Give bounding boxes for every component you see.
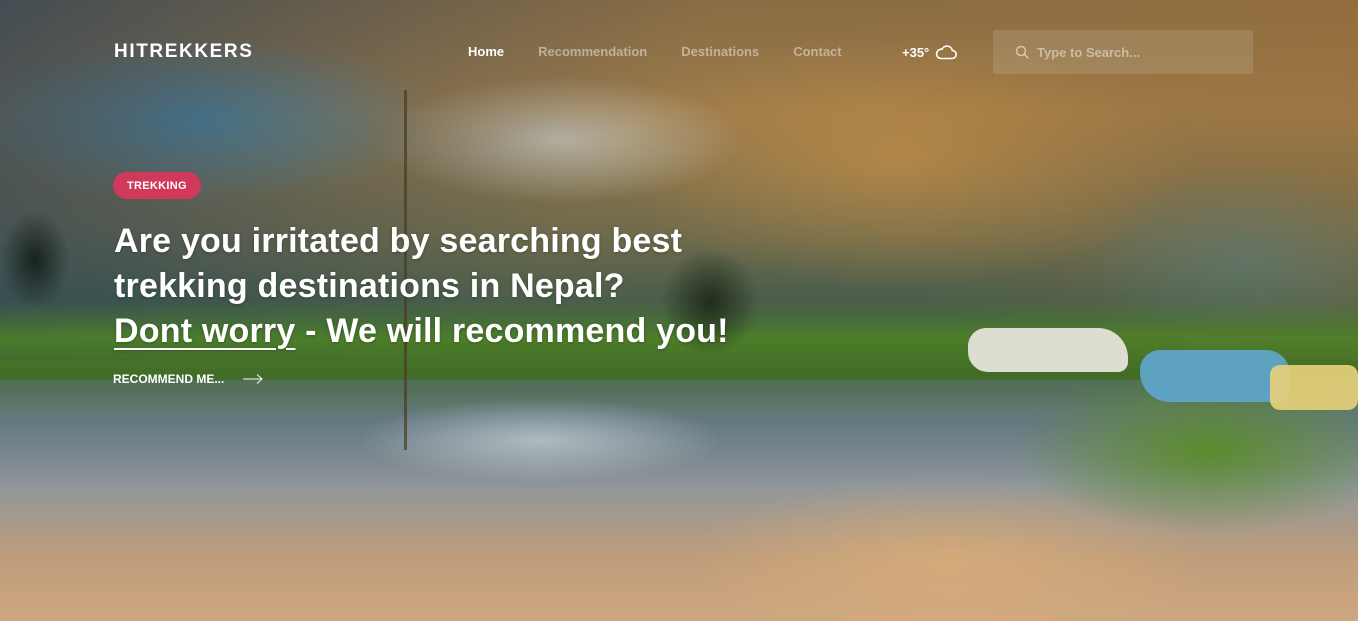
headline-line-3: Dont worry - We will recommend you! (114, 309, 874, 354)
blue-tarp (1140, 350, 1290, 402)
headline-line-2: trekking destinations in Nepal? (114, 267, 625, 305)
headline-line-3-rest: - We will recommend you! (295, 312, 729, 350)
hero-section: HITREKKERS Home Recommendation Destinati… (0, 0, 1358, 621)
white-tarp (968, 328, 1128, 372)
hero-headline: Are you irritated by searching best trek… (114, 219, 874, 354)
yellow-sacks (1270, 365, 1358, 410)
nav-link-contact[interactable]: Contact (793, 44, 841, 59)
nav-links: Home Recommendation Destinations Contact (468, 44, 842, 59)
top-navigation: HITREKKERS Home Recommendation Destinati… (0, 0, 1358, 100)
headline-underlined-phrase: Dont worry (114, 312, 296, 350)
weather-widget: +35° (902, 44, 958, 60)
search-box (993, 30, 1253, 74)
dark-foliage (0, 210, 70, 310)
arrow-right-icon (242, 373, 264, 385)
recommend-me-label: RECOMMEND ME... (113, 372, 225, 386)
category-badge[interactable]: TREKKING (113, 172, 201, 199)
brand-logo[interactable]: HITREKKERS (114, 41, 254, 63)
search-icon[interactable] (1015, 45, 1029, 59)
nav-link-home[interactable]: Home (468, 44, 504, 59)
nav-link-destinations[interactable]: Destinations (681, 44, 759, 59)
headline-line-1: Are you irritated by searching best (114, 222, 683, 260)
recommend-me-link[interactable]: RECOMMEND ME... (113, 372, 264, 386)
search-input[interactable] (1037, 44, 1237, 60)
nav-link-recommendation[interactable]: Recommendation (538, 44, 647, 59)
temperature: +35° (902, 44, 930, 60)
cloud-icon (935, 44, 958, 60)
